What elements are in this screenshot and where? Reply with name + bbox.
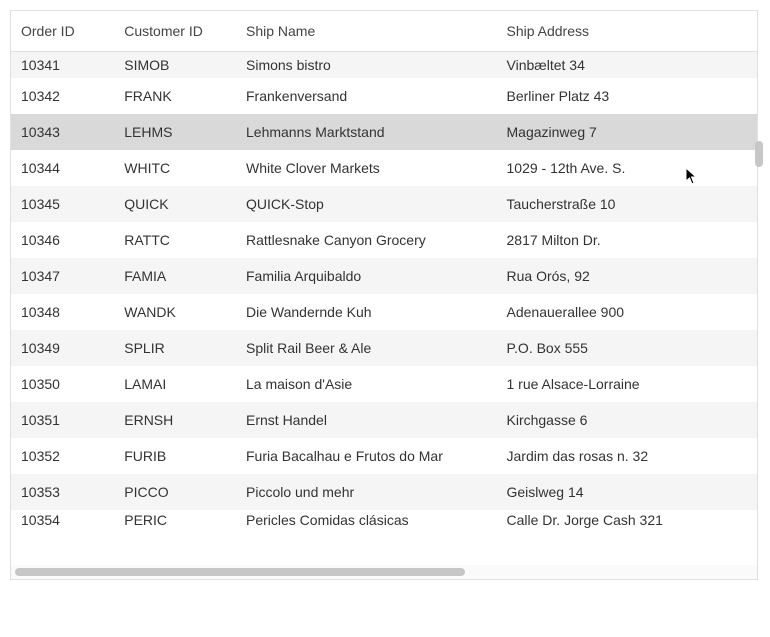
- cell-order-id: 10348: [11, 304, 114, 320]
- table-row[interactable]: 10345QUICKQUICK-StopTaucherstraße 10: [11, 186, 757, 222]
- cell-ship-name: Frankenversand: [236, 88, 497, 104]
- table-row[interactable]: 10342FRANKFrankenversandBerliner Platz 4…: [11, 78, 757, 114]
- cell-order-id: 10346: [11, 232, 114, 248]
- cell-ship-name: Rattlesnake Canyon Grocery: [236, 232, 497, 248]
- cell-ship-name: Piccolo und mehr: [236, 484, 497, 500]
- table-row[interactable]: 10353PICCOPiccolo und mehrGeislweg 14: [11, 474, 757, 510]
- cell-order-id: 10341: [11, 57, 114, 73]
- cell-order-id: 10344: [11, 160, 114, 176]
- cell-ship-address: Calle Dr. Jorge Cash 321: [497, 512, 758, 528]
- cell-ship-address: P.O. Box 555: [497, 340, 758, 356]
- cell-order-id: 10353: [11, 484, 114, 500]
- cell-ship-name: Ernst Handel: [236, 412, 497, 428]
- cell-customer-id: FRANK: [114, 88, 236, 104]
- cell-ship-address: Vinbæltet 34: [497, 57, 758, 73]
- cell-customer-id: LAMAI: [114, 376, 236, 392]
- cell-ship-address: 1 rue Alsace-Lorraine: [497, 376, 758, 392]
- cell-customer-id: RATTC: [114, 232, 236, 248]
- cell-customer-id: FAMIA: [114, 268, 236, 284]
- cell-ship-name: La maison d'Asie: [236, 376, 497, 392]
- cell-ship-address: 1029 - 12th Ave. S.: [497, 160, 758, 176]
- cell-order-id: 10351: [11, 412, 114, 428]
- cell-ship-name: Familia Arquibaldo: [236, 268, 497, 284]
- cell-ship-address: Jardim das rosas n. 32: [497, 448, 758, 464]
- cell-customer-id: SPLIR: [114, 340, 236, 356]
- table-row[interactable]: 10347FAMIAFamilia ArquibaldoRua Orós, 92: [11, 258, 757, 294]
- cell-ship-address: Rua Orós, 92: [497, 268, 758, 284]
- cell-order-id: 10342: [11, 88, 114, 104]
- table-row[interactable]: 10348WANDKDie Wandernde KuhAdenauerallee…: [11, 294, 757, 330]
- cell-customer-id: WANDK: [114, 304, 236, 320]
- cell-ship-name: Die Wandernde Kuh: [236, 304, 497, 320]
- cell-customer-id: FURIB: [114, 448, 236, 464]
- cell-ship-address: Magazinweg 7: [497, 124, 758, 140]
- cell-ship-name: Simons bistro: [236, 57, 497, 73]
- table-row[interactable]: 10346RATTCRattlesnake Canyon Grocery2817…: [11, 222, 757, 258]
- cell-customer-id: ERNSH: [114, 412, 236, 428]
- table-row[interactable]: 10349SPLIRSplit Rail Beer & AleP.O. Box …: [11, 330, 757, 366]
- column-header-customer-id[interactable]: Customer ID: [114, 23, 236, 39]
- cell-customer-id: PERIC: [114, 512, 236, 528]
- cell-customer-id: QUICK: [114, 196, 236, 212]
- table-row[interactable]: 10352FURIBFuria Bacalhau e Frutos do Mar…: [11, 438, 757, 474]
- cell-order-id: 10349: [11, 340, 114, 356]
- horizontal-scrollbar-thumb[interactable]: [15, 568, 465, 576]
- column-header-ship-name[interactable]: Ship Name: [236, 23, 497, 39]
- cell-ship-name: QUICK-Stop: [236, 196, 497, 212]
- cell-ship-address: Berliner Platz 43: [497, 88, 758, 104]
- cell-ship-name: White Clover Markets: [236, 160, 497, 176]
- cell-ship-name: Pericles Comidas clásicas: [236, 512, 497, 528]
- table-row[interactable]: 10343LEHMSLehmanns MarktstandMagazinweg …: [11, 114, 757, 150]
- cell-ship-address: Geislweg 14: [497, 484, 758, 500]
- cell-ship-address: 2817 Milton Dr.: [497, 232, 758, 248]
- table-row[interactable]: 10344WHITCWhite Clover Markets1029 - 12t…: [11, 150, 757, 186]
- table-row[interactable]: 10354PERICPericles Comidas clásicasCalle…: [11, 510, 757, 530]
- cell-ship-address: Kirchgasse 6: [497, 412, 758, 428]
- cell-ship-address: Taucherstraße 10: [497, 196, 758, 212]
- data-grid[interactable]: Order ID Customer ID Ship Name Ship Addr…: [10, 10, 758, 580]
- cell-order-id: 10350: [11, 376, 114, 392]
- cell-ship-name: Split Rail Beer & Ale: [236, 340, 497, 356]
- grid-body[interactable]: 10341SIMOBSimons bistroVinbæltet 3410342…: [11, 52, 757, 565]
- horizontal-scrollbar[interactable]: [11, 565, 757, 579]
- column-header-ship-address[interactable]: Ship Address: [497, 23, 758, 39]
- cell-order-id: 10352: [11, 448, 114, 464]
- vertical-scrollbar-thumb[interactable]: [755, 141, 763, 167]
- cell-order-id: 10347: [11, 268, 114, 284]
- cell-customer-id: SIMOB: [114, 57, 236, 73]
- table-row[interactable]: 10350LAMAILa maison d'Asie1 rue Alsace-L…: [11, 366, 757, 402]
- cell-ship-name: Lehmanns Marktstand: [236, 124, 497, 140]
- column-header-order-id[interactable]: Order ID: [11, 23, 114, 39]
- cell-customer-id: PICCO: [114, 484, 236, 500]
- column-header-row: Order ID Customer ID Ship Name Ship Addr…: [11, 11, 757, 52]
- cell-order-id: 10345: [11, 196, 114, 212]
- cell-ship-name: Furia Bacalhau e Frutos do Mar: [236, 448, 497, 464]
- cell-order-id: 10354: [11, 512, 114, 528]
- cell-customer-id: LEHMS: [114, 124, 236, 140]
- cell-ship-address: Adenauerallee 900: [497, 304, 758, 320]
- table-row[interactable]: 10351ERNSHErnst HandelKirchgasse 6: [11, 402, 757, 438]
- table-row[interactable]: 10341SIMOBSimons bistroVinbæltet 34: [11, 52, 757, 78]
- cell-customer-id: WHITC: [114, 160, 236, 176]
- cell-order-id: 10343: [11, 124, 114, 140]
